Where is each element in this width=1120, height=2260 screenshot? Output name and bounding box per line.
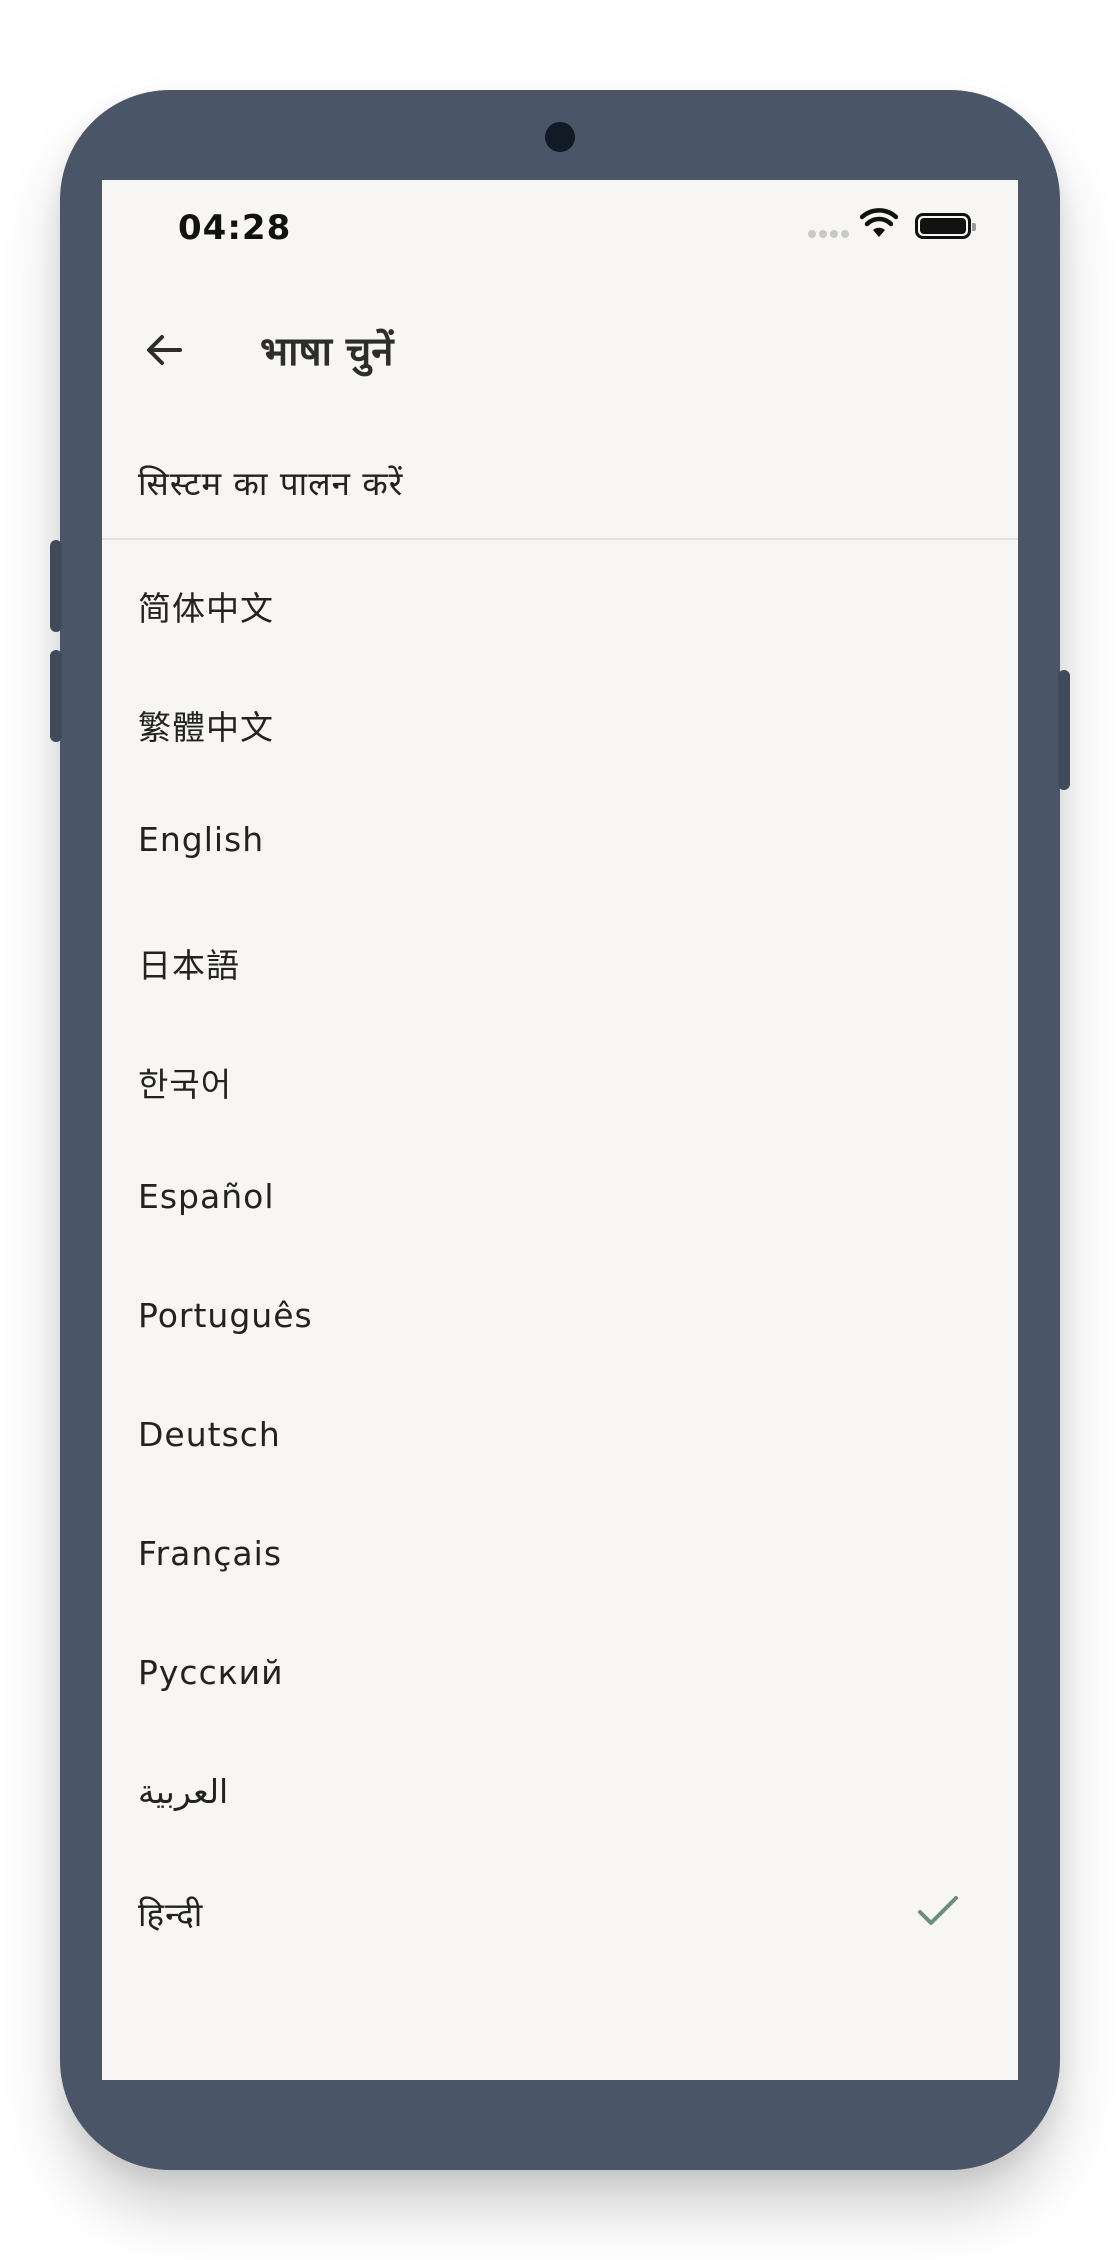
phone-frame: 04:28 भाषा चुनें सिस्टम का पालन करें 简体中… <box>50 90 1070 2170</box>
language-label: 日本語 <box>138 946 240 985</box>
app-bar: भाषा चुनें <box>102 280 1018 420</box>
language-item-zh-hans[interactable]: 简体中文 <box>102 542 1018 661</box>
checkmark-icon <box>918 1896 958 1925</box>
language-label: العربية <box>138 1772 229 1811</box>
battery-icon <box>915 213 976 239</box>
page-title: भाषा चुनें <box>260 329 394 375</box>
language-label: Русский <box>138 1653 284 1692</box>
cellular-signal-icon <box>808 230 849 238</box>
language-label: हिन्दी <box>138 1895 204 1934</box>
screen: 04:28 भाषा चुनें सिस्टम का पालन करें 简体中… <box>102 180 1018 2080</box>
language-label: 繁體中文 <box>138 708 274 747</box>
language-label: Español <box>138 1177 275 1216</box>
language-item-hi[interactable]: हिन्दी <box>102 1851 1018 1970</box>
language-item-es[interactable]: Español <box>102 1137 1018 1256</box>
status-bar: 04:28 <box>102 180 1018 280</box>
language-item-ko[interactable]: 한국어 <box>102 1018 1018 1137</box>
language-label: English <box>138 820 265 859</box>
language-item-zh-hant[interactable]: 繁體中文 <box>102 661 1018 780</box>
front-camera <box>545 122 575 152</box>
volume-up-button <box>50 540 62 632</box>
language-label: 简体中文 <box>138 589 274 628</box>
language-label: Português <box>138 1296 313 1335</box>
language-item-ru[interactable]: Русский <box>102 1613 1018 1732</box>
follow-system-label: सिस्टम का पालन करें <box>138 464 404 503</box>
arrow-left-icon <box>147 335 182 365</box>
wifi-icon <box>860 208 898 237</box>
follow-system-option[interactable]: सिस्टम का पालन करें <box>102 420 1018 540</box>
language-label: Français <box>138 1534 283 1573</box>
power-button <box>1058 670 1070 790</box>
language-item-en[interactable]: English <box>102 780 1018 899</box>
back-button[interactable] <box>132 318 196 382</box>
volume-down-button <box>50 650 62 742</box>
language-item-pt[interactable]: Português <box>102 1256 1018 1375</box>
language-list: 简体中文 繁體中文 English 日本語 한국어 Español Portug… <box>102 542 1018 1970</box>
language-label: Deutsch <box>138 1415 281 1454</box>
language-item-ar[interactable]: العربية <box>102 1732 1018 1851</box>
language-item-ja[interactable]: 日本語 <box>102 899 1018 1018</box>
language-item-fr[interactable]: Français <box>102 1494 1018 1613</box>
status-time: 04:28 <box>178 208 292 248</box>
language-label: 한국어 <box>138 1065 233 1104</box>
language-item-de[interactable]: Deutsch <box>102 1375 1018 1494</box>
